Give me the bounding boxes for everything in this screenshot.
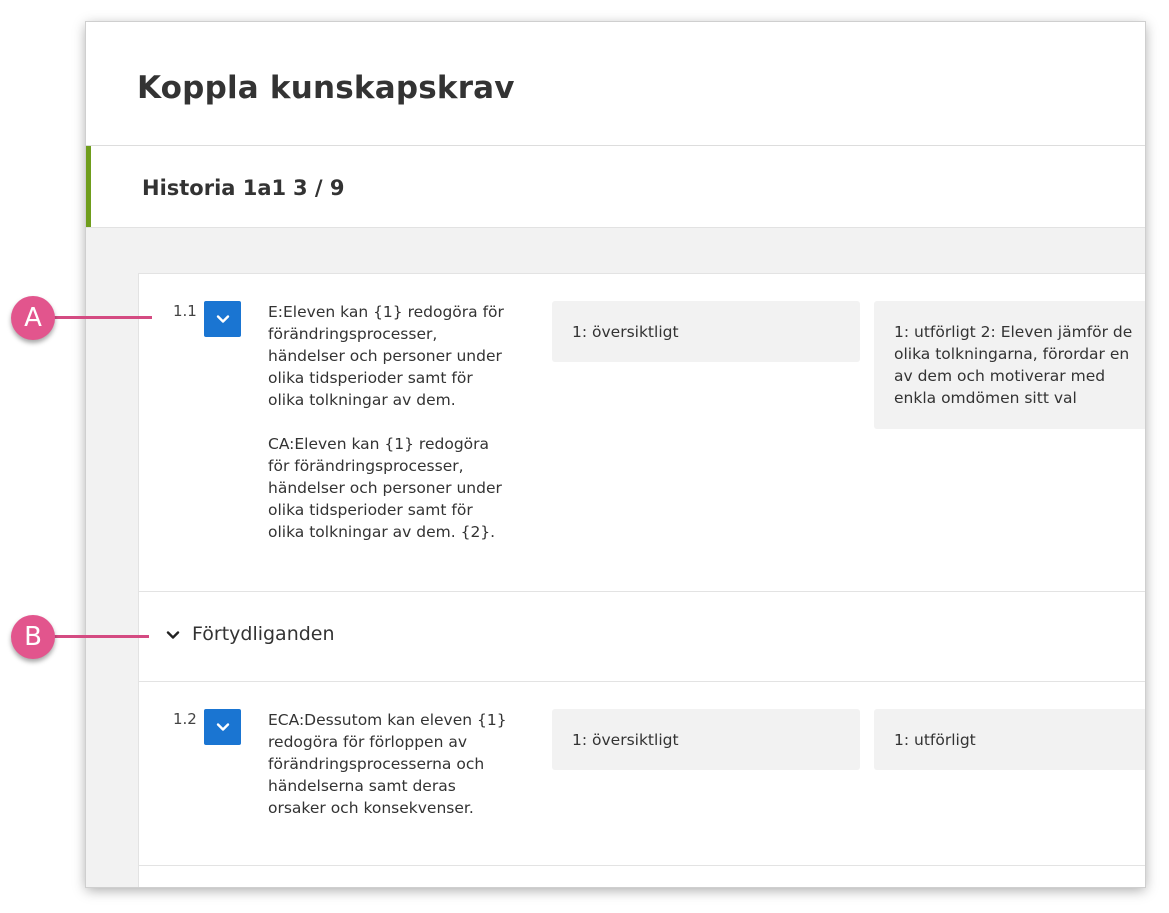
criterion-card: 1.2 ECA:Dessutom kan eleven {1} redogöra… bbox=[138, 681, 1145, 866]
subject-bar: Historia 1a1 3 / 9 bbox=[86, 146, 1145, 228]
criterion-text: ECA:Dessutom kan eleven {1} redogöra för… bbox=[268, 711, 507, 817]
criterion-text-ca: CA:Eleven kan {1} redogöra för förändrin… bbox=[268, 435, 502, 541]
criterion-number: 1.1 bbox=[173, 302, 197, 320]
background-strip bbox=[0, 0, 1169, 22]
dialog-header: Koppla kunskapskrav bbox=[86, 22, 1145, 146]
chevron-down-icon bbox=[216, 315, 229, 323]
chevron-down-icon bbox=[216, 723, 229, 731]
level-2-box[interactable]: 1: utförligt 2: Eleven jämför de olika t… bbox=[874, 301, 1145, 429]
callout-b-badge: B bbox=[11, 615, 55, 659]
criterion-checkbox[interactable] bbox=[204, 709, 241, 745]
level-1-box[interactable]: 1: översiktligt bbox=[552, 709, 860, 770]
criterion-checkbox[interactable] bbox=[204, 301, 241, 337]
callout-b-line bbox=[52, 635, 149, 638]
dialog-title: Koppla kunskapskrav bbox=[137, 70, 515, 106]
clarifications-toggle[interactable]: Förtydliganden bbox=[138, 591, 1145, 681]
callout-a-badge: A bbox=[11, 296, 55, 340]
criterion-text-e: E:Eleven kan {1} redogöra för förändring… bbox=[268, 303, 504, 409]
subject-accent-bar bbox=[86, 146, 91, 227]
criterion-card: 1.1 E:Eleven kan {1} redogöra för föränd… bbox=[138, 273, 1145, 592]
criterion-card-next bbox=[138, 865, 1145, 887]
chevron-down-icon bbox=[166, 631, 180, 639]
clarifications-label: Förtydliganden bbox=[192, 623, 335, 645]
criterion-number: 1.2 bbox=[173, 710, 197, 728]
subject-progress: 3 / 9 bbox=[293, 176, 345, 200]
callout-a-line bbox=[52, 316, 152, 319]
connect-criteria-dialog: Koppla kunskapskrav Historia 1a1 3 / 9 1… bbox=[86, 22, 1145, 887]
criterion-text: E:Eleven kan {1} redogöra för förändring… bbox=[268, 301, 508, 543]
subject-name: Historia 1a1 bbox=[142, 176, 287, 200]
level-2-box[interactable]: 1: utförligt bbox=[874, 709, 1145, 770]
level-1-box[interactable]: 1: översiktligt bbox=[552, 301, 860, 362]
